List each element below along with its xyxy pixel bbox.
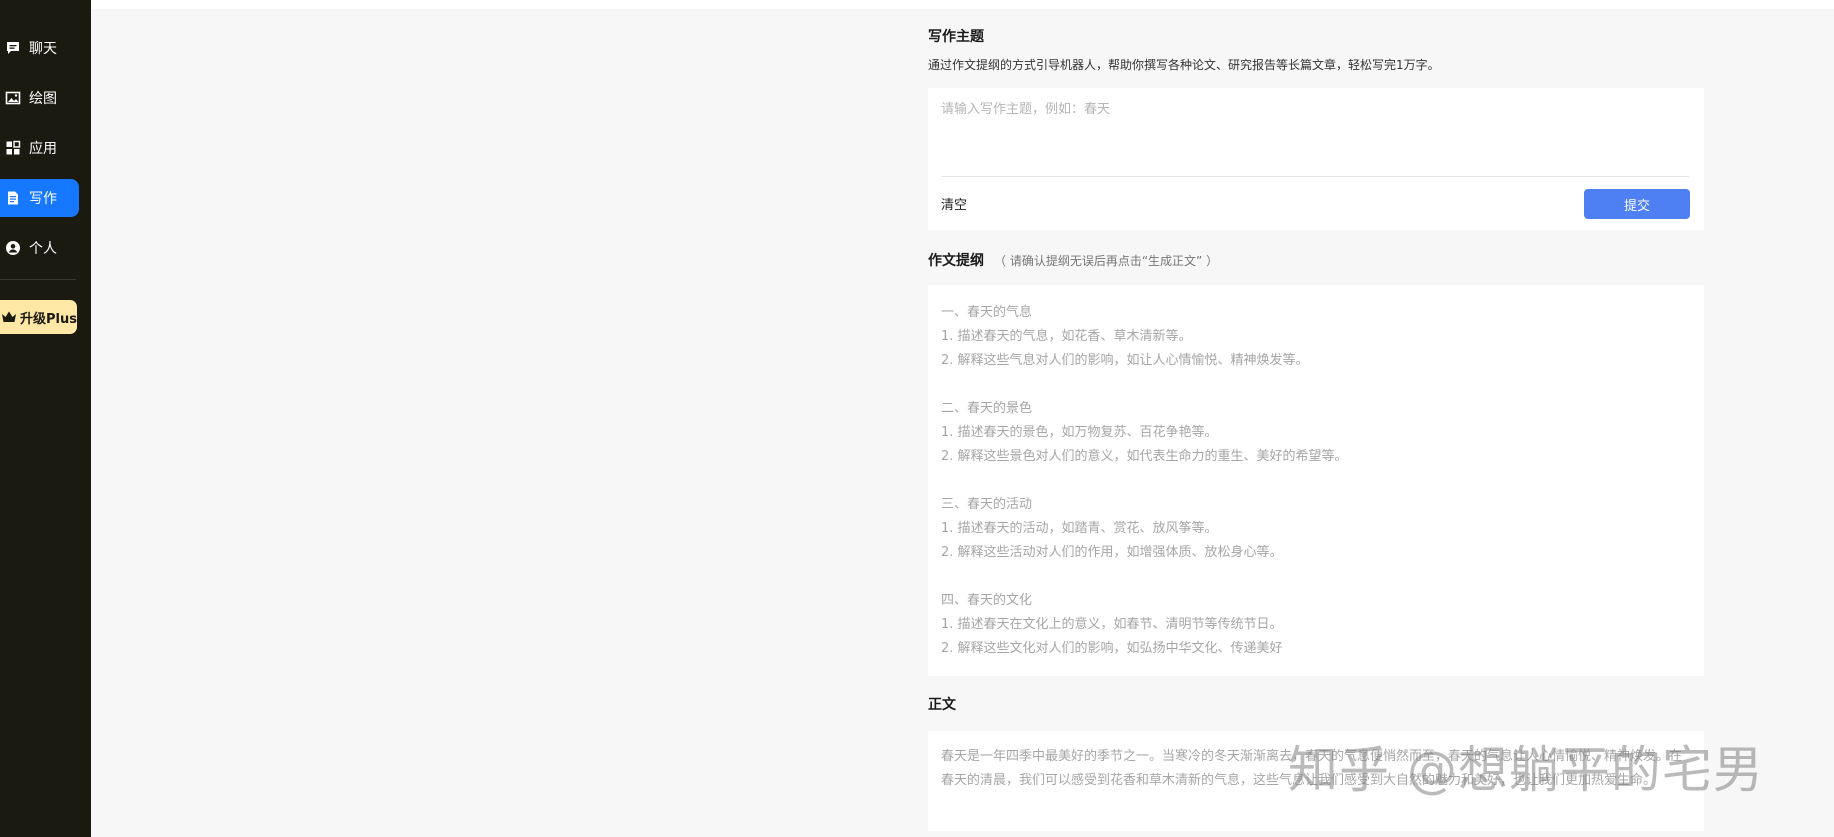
sidebar-item-label: 个人 (29, 241, 57, 257)
sidebar-item-chat[interactable]: 聊天 (0, 29, 79, 67)
outline-line (941, 469, 1348, 493)
topic-card: 清空 提交 (928, 88, 1704, 230)
crown-icon (1, 310, 17, 324)
outline-line: 三、春天的活动 (941, 497, 1033, 512)
sidebar-item-apps[interactable]: 应用 (0, 129, 79, 167)
submit-button[interactable]: 提交 (1584, 189, 1690, 219)
outline-line: 1. 描述春天的气息，如花香、草木清新等。 (941, 329, 1192, 344)
outline-card: 一、春天的气息 1. 描述春天的气息，如花香、草木清新等。 2. 解释这些气息对人们… (928, 285, 1704, 676)
document-icon (5, 190, 21, 206)
clear-button[interactable]: 清空 (941, 194, 967, 213)
sidebar-item-label: 聊天 (29, 41, 57, 57)
sidebar-item-label: 应用 (29, 141, 57, 157)
sidebar-item-write[interactable]: 写作 (0, 179, 79, 217)
upgrade-plus-button[interactable]: 升级Plus (0, 300, 77, 334)
outline-content: 一、春天的气息 1. 描述春天的气息，如花香、草木清新等。 2. 解释这些气息对人们… (941, 301, 1348, 661)
sidebar-item-profile[interactable]: 个人 (0, 229, 79, 267)
topic-description: 通过作文提纲的方式引导机器人，帮助你撰写各种论文、研究报告等长篇文章，轻松写完1… (928, 58, 1440, 72)
outline-line: 1. 描述春天在文化上的意义，如春节、清明节等传统节日。 (941, 617, 1283, 632)
topic-divider (941, 176, 1689, 177)
sidebar-item-label: 写作 (29, 191, 57, 207)
sidebar-divider (0, 279, 76, 280)
outline-line: 1. 描述春天的活动，如踏青、赏花、放风筝等。 (941, 521, 1218, 536)
outline-line: 2. 解释这些活动对人们的作用，如增强体质、放松身心等。 (941, 545, 1283, 560)
sidebar-item-draw[interactable]: 绘图 (0, 79, 79, 117)
upgrade-label: 升级Plus (20, 311, 77, 327)
sidebar: 聊天 绘图 应用 写作 个人 升级Plus (0, 0, 91, 837)
image-icon (5, 90, 21, 106)
outline-line: 2. 解释这些文化对人们的影响，如弘扬中华文化、传递美好 (941, 641, 1283, 656)
top-bar (91, 0, 1834, 9)
watermark: 知乎 @想躺平的宅男 (1288, 741, 1764, 799)
sidebar-item-label: 绘图 (29, 91, 57, 107)
outline-header: 作文提纲 （ 请确认提纲无误后再点击“生成正文” ） (928, 250, 1218, 270)
outline-line: 一、春天的气息 (941, 305, 1033, 320)
topic-title: 写作主题 (928, 29, 984, 45)
user-icon (5, 240, 21, 256)
outline-hint: （ 请确认提纲无误后再点击“生成正文” ） (994, 254, 1219, 268)
outline-line: 二、春天的景色 (941, 401, 1033, 416)
outline-line: 2. 解释这些景色对人们的意义，如代表生命力的重生、美好的希望等。 (941, 449, 1348, 464)
outline-line: 四、春天的文化 (941, 593, 1033, 608)
outline-line: 2. 解释这些气息对人们的影响，如让人心情愉悦、精神焕发等。 (941, 353, 1309, 368)
outline-title: 作文提纲 (928, 253, 984, 269)
body-title: 正文 (928, 697, 956, 713)
chat-icon (5, 40, 21, 56)
apps-icon (5, 140, 21, 156)
topic-input[interactable] (941, 98, 1689, 158)
outline-line: 1. 描述春天的景色，如万物复苏、百花争艳等。 (941, 425, 1218, 440)
outline-line (941, 565, 1348, 589)
outline-line (941, 373, 1348, 397)
